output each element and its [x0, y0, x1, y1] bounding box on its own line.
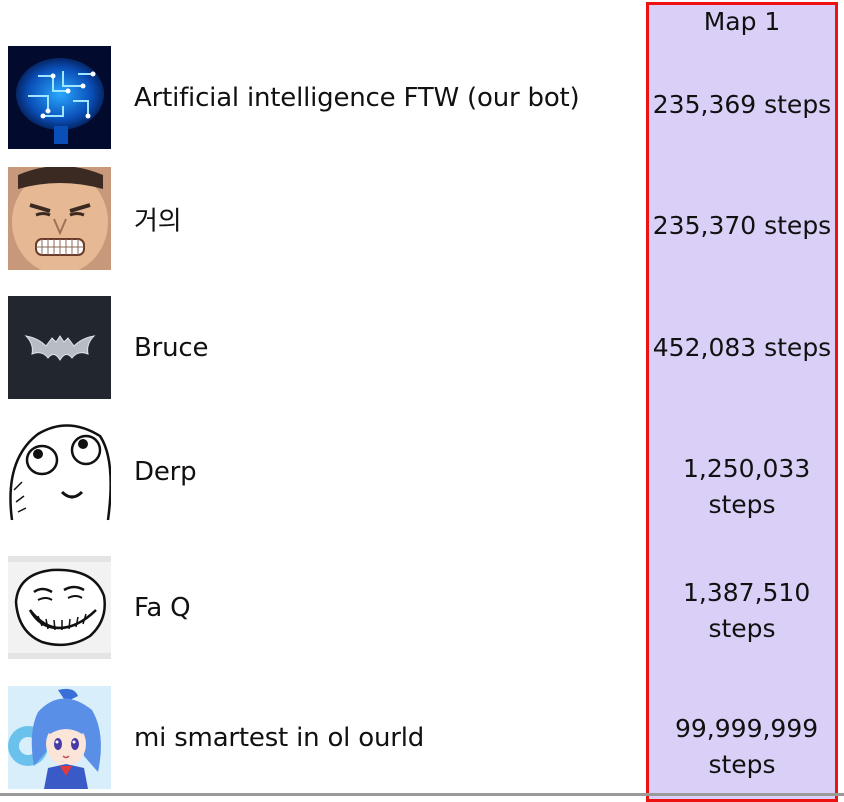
step-count: 1,250,033 steps [683, 454, 811, 519]
player-name: 거의 [134, 206, 182, 237]
player-row: Artificial intelligence FTW (our bot) [0, 46, 640, 150]
bat-emblem-icon [8, 296, 111, 399]
player-name: Derp [134, 457, 197, 487]
leaderboard: Artificial intelligence FTW (our bot) 거의 [0, 0, 844, 802]
step-count: 235,369 steps [652, 90, 832, 119]
player-row: Bruce [0, 296, 640, 400]
player-name: mi smartest in ol ourld [134, 723, 425, 753]
player-name: Bruce [134, 333, 209, 363]
step-count: 99,999,999 steps [675, 714, 819, 779]
player-row: 거의 [0, 167, 640, 271]
derp-face-icon [8, 420, 111, 523]
brain-circuit-icon [8, 46, 111, 149]
player-name: Fa Q [134, 593, 191, 623]
anime-girl-icon [8, 686, 111, 789]
grimacing-face-icon [8, 167, 111, 270]
step-count: 235,370 steps [652, 211, 832, 240]
player-row: Derp [0, 420, 640, 524]
player-row: Fa Q [0, 556, 640, 660]
player-name: Artificial intelligence FTW (our bot) [134, 83, 580, 113]
step-count: 1,387,510 steps [683, 578, 811, 643]
step-count: 452,083 steps [652, 333, 832, 362]
column-header: Map 1 [703, 7, 781, 36]
map-1-score-column: Map 1 235,369 steps 235,370 steps 452,08… [646, 2, 838, 802]
trollface-icon [8, 556, 111, 659]
player-row: mi smartest in ol ourld [0, 686, 640, 790]
